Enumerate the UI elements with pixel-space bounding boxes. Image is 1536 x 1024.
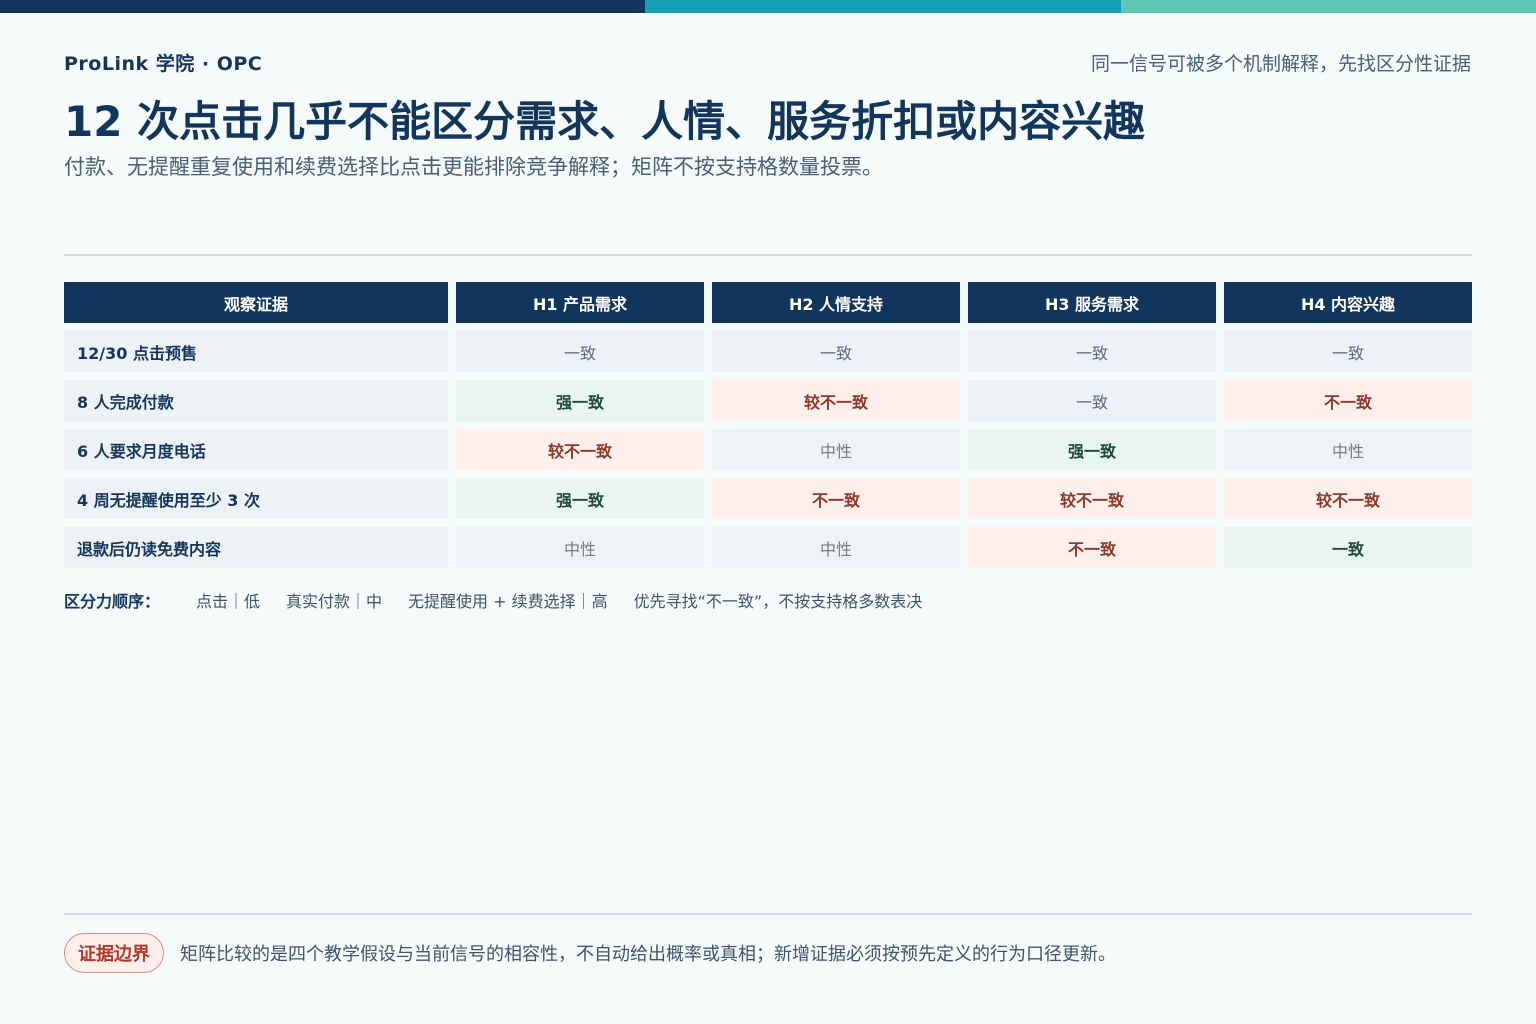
header-h1: H1 产品需求 xyxy=(456,282,704,323)
header-h2: H2 人情支持 xyxy=(712,282,960,323)
matrix-cell: 一致 xyxy=(1224,527,1472,568)
matrix-cell: 中性 xyxy=(1224,429,1472,470)
evidence-cell: 8 人完成付款 xyxy=(64,380,448,421)
table-row: 退款后仍读免费内容 中性 中性 不一致 一致 xyxy=(64,527,1472,568)
table-row: 12/30 点击预售 一致 一致 一致 一致 xyxy=(64,331,1472,372)
top-accent-bar xyxy=(0,0,1536,13)
matrix-cell: 强一致 xyxy=(456,478,704,519)
matrix-cell: 不一致 xyxy=(968,527,1216,568)
evidence-cell: 6 人要求月度电话 xyxy=(64,429,448,470)
matrix-cell: 一致 xyxy=(456,331,704,372)
evidence-cell: 4 周无提醒使用至少 3 次 xyxy=(64,478,448,519)
header-h4: H4 内容兴趣 xyxy=(1224,282,1472,323)
header-evidence: 观察证据 xyxy=(64,282,448,323)
evidence-cell: 12/30 点击预售 xyxy=(64,331,448,372)
matrix-cell: 强一致 xyxy=(456,380,704,421)
footer-note: 矩阵比较的是四个教学假设与当前信号的相容性，不自动给出概率或真相；新增证据必须按… xyxy=(180,944,1116,965)
divider-bottom xyxy=(64,913,1472,915)
accent-segment-mint xyxy=(1121,0,1536,13)
matrix-cell: 不一致 xyxy=(1224,380,1472,421)
order-item: 无提醒使用 + 续费选择｜高 xyxy=(408,592,608,611)
matrix-cell: 一致 xyxy=(712,331,960,372)
evidence-cell: 退款后仍读免费内容 xyxy=(64,527,448,568)
matrix-cell: 一致 xyxy=(968,331,1216,372)
order-item: 真实付款｜中 xyxy=(286,592,383,611)
tagline: 同一信号可被多个机制解释，先找区分性证据 xyxy=(1090,53,1471,75)
accent-segment-navy xyxy=(0,0,645,13)
page-subtitle: 付款、无提醒重复使用和续费选择比点击更能排除竞争解释；矩阵不按支持格数量投票。 xyxy=(64,155,883,179)
header-h3: H3 服务需求 xyxy=(968,282,1216,323)
matrix-cell: 一致 xyxy=(1224,331,1472,372)
matrix-cell: 较不一致 xyxy=(1224,478,1472,519)
matrix-cell: 中性 xyxy=(712,527,960,568)
evidence-matrix: 观察证据 H1 产品需求 H2 人情支持 H3 服务需求 H4 内容兴趣 12/… xyxy=(56,274,1480,576)
discrimination-order: 区分力顺序： 点击｜低 真实付款｜中 无提醒使用 + 续费选择｜高 优先寻找“不… xyxy=(64,588,948,612)
order-item: 点击｜低 xyxy=(196,592,261,611)
order-label: 区分力顺序： xyxy=(64,592,161,611)
matrix-cell: 不一致 xyxy=(712,478,960,519)
table-row: 8 人完成付款 强一致 较不一致 一致 不一致 xyxy=(64,380,1472,421)
matrix-cell: 较不一致 xyxy=(968,478,1216,519)
matrix-cell: 中性 xyxy=(712,429,960,470)
matrix-header-row: 观察证据 H1 产品需求 H2 人情支持 H3 服务需求 H4 内容兴趣 xyxy=(64,282,1472,323)
matrix-cell: 较不一致 xyxy=(456,429,704,470)
order-item: 优先寻找“不一致”，不按支持格多数表决 xyxy=(633,592,923,611)
accent-segment-teal xyxy=(645,0,1121,13)
divider-top xyxy=(64,254,1472,256)
evidence-boundary-badge: 证据边界 xyxy=(64,933,164,973)
matrix-cell: 中性 xyxy=(456,527,704,568)
table-row: 6 人要求月度电话 较不一致 中性 强一致 中性 xyxy=(64,429,1472,470)
brand-label: ProLink 学院 · OPC xyxy=(64,53,263,75)
footer: 证据边界 矩阵比较的是四个教学假设与当前信号的相容性，不自动给出概率或真相；新增… xyxy=(64,933,1116,973)
matrix-cell: 一致 xyxy=(968,380,1216,421)
page-title: 12 次点击几乎不能区分需求、人情、服务折扣或内容兴趣 xyxy=(64,97,1146,146)
matrix-cell: 较不一致 xyxy=(712,380,960,421)
matrix-cell: 强一致 xyxy=(968,429,1216,470)
table-row: 4 周无提醒使用至少 3 次 强一致 不一致 较不一致 较不一致 xyxy=(64,478,1472,519)
